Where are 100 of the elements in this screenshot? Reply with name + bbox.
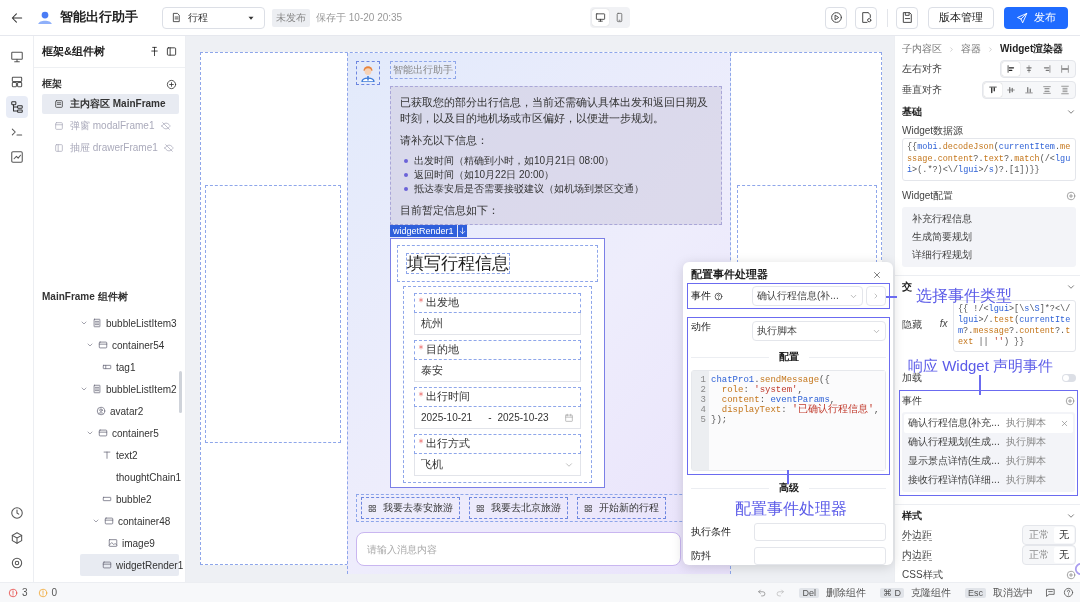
tree-label: image9	[122, 537, 155, 549]
config-item[interactable]: 补充行程信息	[912, 209, 1066, 228]
desktop-mode-button[interactable]	[591, 9, 609, 26]
tree-item[interactable]: container54	[80, 334, 179, 356]
section-heading: 基础	[902, 105, 922, 120]
list-icon	[92, 318, 102, 328]
error-icon[interactable]	[8, 587, 18, 598]
tree-item[interactable]: bubbleListItem3	[80, 312, 179, 334]
close-icon[interactable]	[872, 270, 882, 280]
event-item[interactable]: 确认行程信息(补充... 执行脚本	[904, 413, 1073, 433]
message-input-field[interactable]: 请输入消息内容	[356, 532, 681, 566]
redo-icon[interactable]	[775, 587, 786, 598]
align-left-icon	[1006, 64, 1016, 75]
tree-item[interactable]: container48	[80, 510, 179, 532]
help-icon[interactable]	[714, 291, 723, 301]
tree-item[interactable]: thoughtChain1	[80, 466, 179, 488]
chevron-icon[interactable]	[80, 385, 88, 393]
chevron-icon[interactable]	[92, 517, 100, 525]
bullet-dot-icon	[404, 159, 408, 163]
segment-option[interactable]: 正常	[1024, 527, 1054, 544]
code-line: chatPro1.sendMessage({	[711, 375, 831, 385]
list-item: 出发时间（精确到小时，如10月21日 08:00）	[414, 154, 615, 168]
cube-icon	[9, 531, 24, 545]
settings-doc-button[interactable]	[855, 6, 877, 29]
tree-item[interactable]: image9	[80, 532, 179, 554]
breadcrumb-item[interactable]: Widget渲染器	[1000, 42, 1064, 57]
rail-tree-button[interactable]	[5, 96, 28, 118]
shortcut-label: 删除组件	[826, 585, 866, 600]
tree-item[interactable]: bubble2	[80, 488, 179, 510]
suggestion-chip[interactable]: 我要去北京旅游	[469, 497, 568, 519]
select-field[interactable]: 飞机	[414, 454, 581, 476]
tree-item[interactable]: container5	[80, 422, 179, 444]
back-arrow-icon[interactable]	[10, 10, 24, 25]
align-center-icon	[1024, 64, 1034, 75]
toggle-switch[interactable]	[1062, 373, 1076, 382]
arrow-down-icon[interactable]	[457, 225, 467, 237]
tree-item[interactable]: avatar2	[80, 400, 179, 422]
frame-item[interactable]: 主内容区 MainFrame	[42, 94, 179, 114]
align-left-button[interactable]	[1002, 62, 1020, 77]
close-icon[interactable]	[1060, 418, 1069, 428]
help-icon[interactable]	[1063, 587, 1074, 598]
version-button[interactable]: 版本管理	[928, 6, 994, 29]
segment-option[interactable]: 无	[1054, 527, 1074, 544]
breadcrumb-item[interactable]: 子内容区	[902, 42, 942, 57]
code-editor[interactable]: 1 2 3 4 5 chatPro1.sendMessage({ role: 'system', content: eventParams, displayText: '已确认行程信息', });	[691, 370, 886, 471]
panel-toggle-icon[interactable]	[166, 46, 177, 57]
undo-icon[interactable]	[757, 587, 768, 598]
bot-name: 智能出行助手	[390, 61, 456, 79]
comment-icon[interactable]	[1045, 587, 1056, 598]
status-badge: 未发布	[272, 8, 310, 27]
message-text: 请补充以下信息：	[400, 133, 489, 148]
add-icon[interactable]	[166, 78, 177, 90]
chevron-icon[interactable]	[86, 341, 94, 349]
suggestion-chip[interactable]: 开始新的行程	[577, 497, 666, 519]
chart-icon	[9, 150, 24, 164]
tree-item[interactable]: bubbleListItem2	[80, 378, 179, 400]
preview-button[interactable]	[825, 6, 847, 29]
field-label: CSS样式	[902, 567, 944, 582]
debounce-input-field[interactable]	[754, 547, 886, 565]
config-item[interactable]: 详细行程规划	[912, 245, 1066, 264]
segment-option[interactable]: 正常	[1024, 547, 1054, 564]
container-icon	[104, 516, 114, 526]
condition-input-field[interactable]	[754, 523, 886, 541]
event-item[interactable]: 确认行程规划(生成... 执行脚本	[904, 432, 1073, 452]
layout-icon	[9, 75, 24, 89]
tree-label: bubbleListItem3	[106, 317, 177, 329]
chevron-icon[interactable]	[80, 319, 88, 327]
config-item[interactable]: 生成简要规划	[912, 227, 1066, 246]
stretch-icon	[1060, 64, 1070, 75]
field-label: 目的地	[426, 343, 459, 357]
shortcut-key: ⌘ D	[880, 587, 904, 598]
pin-icon[interactable]	[149, 46, 160, 57]
input-field[interactable]: 杭州	[414, 313, 581, 335]
segment-option[interactable]: 无	[1054, 547, 1074, 564]
event-select[interactable]: 确认行程信息(补...	[752, 286, 863, 306]
input-field[interactable]: 泰安	[414, 360, 581, 382]
breadcrumb-item[interactable]: 容器	[961, 42, 981, 57]
suggestion-chip[interactable]: 我要去泰安旅游	[361, 497, 460, 519]
tree-item[interactable]: tag1	[80, 356, 179, 378]
publish-button[interactable]: 发布	[1004, 6, 1068, 29]
event-item[interactable]: 接收行程详情(详细... 执行脚本	[904, 470, 1073, 490]
section-heading: 框架	[42, 77, 63, 91]
event-item[interactable]: 显示景点详情(生成... 执行脚本	[904, 451, 1073, 471]
code-field[interactable]: {{mobi.decodeJson(currentItem.message.content?.text?.match(/<lgui>(.*?)<\/lgui>/s)?.[1])}}	[902, 138, 1076, 181]
warning-icon[interactable]	[37, 587, 48, 598]
eye-off-icon[interactable]	[161, 121, 171, 131]
panel-title: 框架&组件树	[42, 44, 106, 59]
action-select[interactable]: 执行脚本	[752, 321, 886, 341]
save-button[interactable]	[896, 6, 918, 29]
tag-icon	[102, 362, 112, 372]
align-top-button[interactable]	[984, 83, 1002, 98]
list-item: 抵达泰安后是否需要接驳建议（如机场到景区交通）	[414, 182, 644, 196]
eye-off-icon[interactable]	[163, 143, 174, 153]
window-icon	[54, 121, 64, 131]
align-right-icon	[1042, 64, 1052, 75]
chevron-icon[interactable]	[86, 429, 94, 437]
tree-item[interactable]: text2	[80, 444, 179, 466]
form-title: 填写行程信息	[406, 253, 510, 274]
page-select[interactable]: 行程	[162, 6, 265, 29]
date-range-field[interactable]: 2025-10-21 - 2025-10-23	[414, 407, 581, 429]
